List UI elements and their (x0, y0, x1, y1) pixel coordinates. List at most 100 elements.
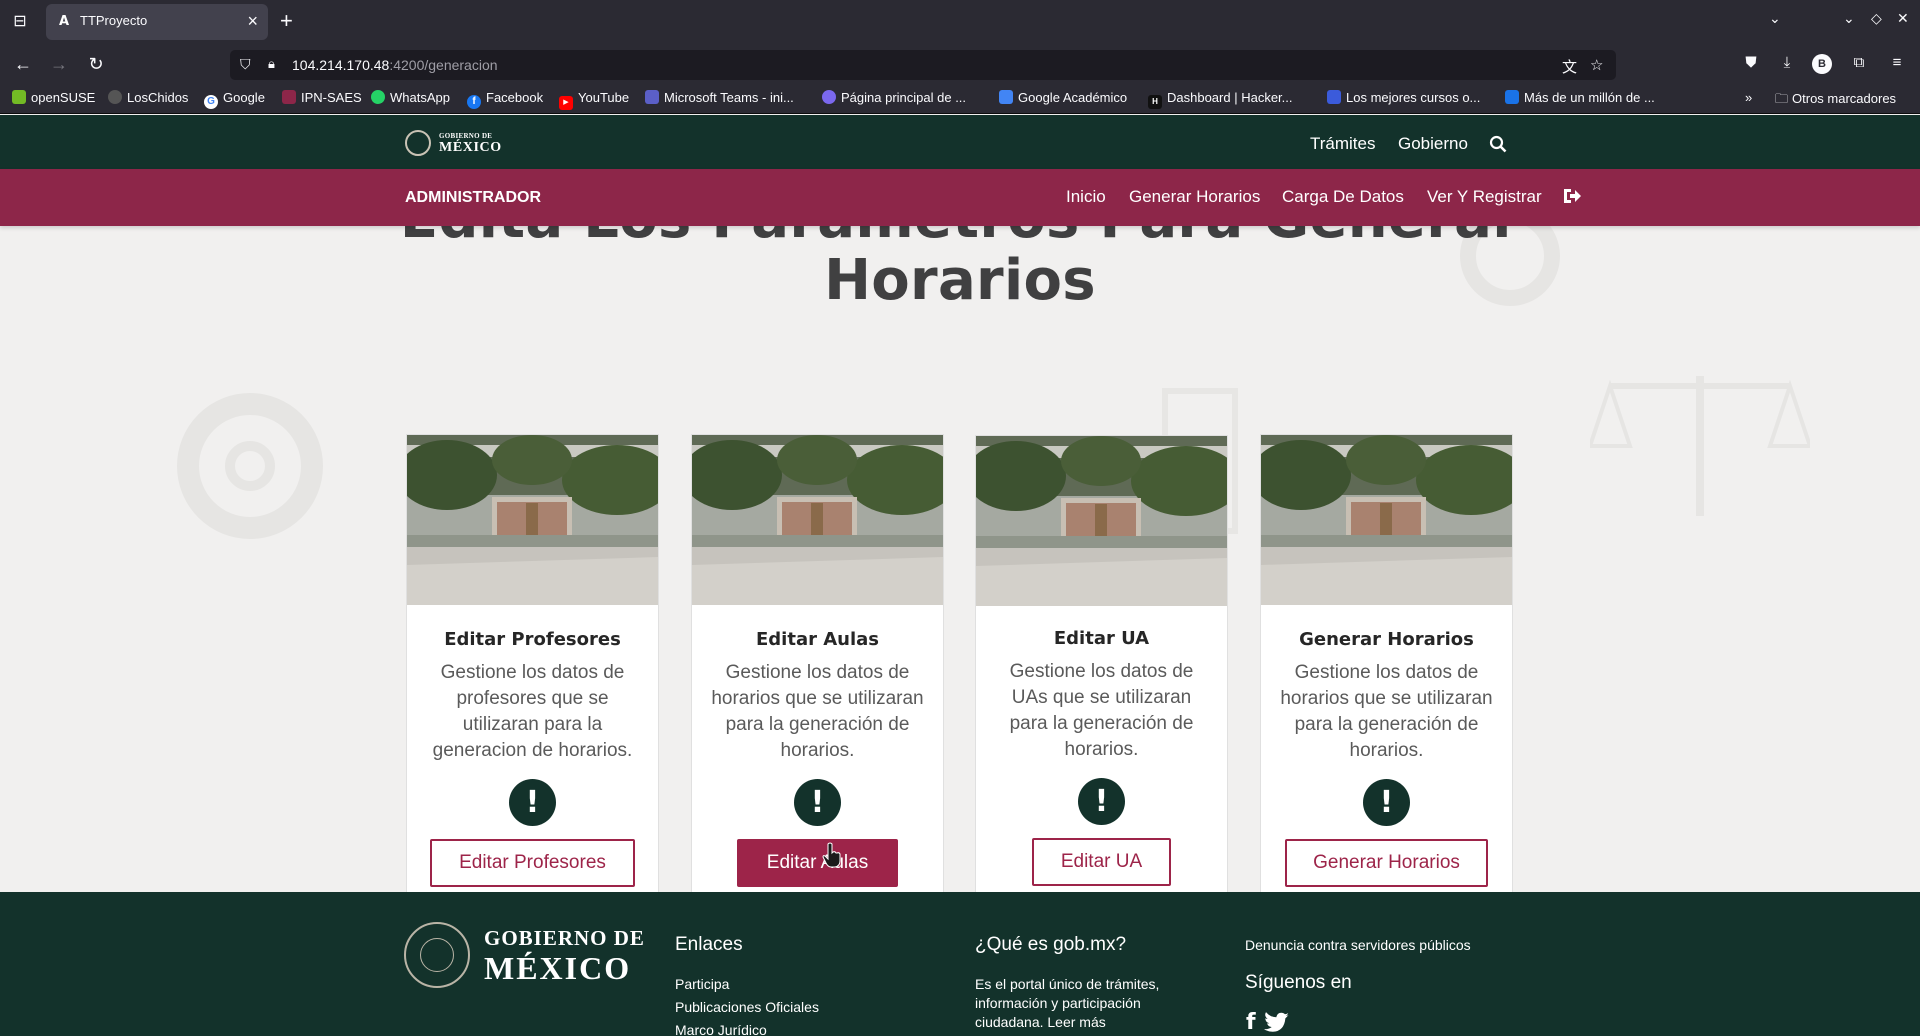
bookmark-millon[interactable]: Más de un millón de ... (1505, 90, 1655, 108)
generar-horarios-button[interactable]: Generar Horarios (1285, 839, 1488, 887)
alert-icon: ! (509, 779, 556, 826)
courses-icon (1327, 90, 1341, 104)
footer-link-participa[interactable]: Participa (675, 976, 729, 992)
bookmark-whatsapp[interactable]: WhatsApp (371, 90, 450, 108)
tab-favicon-icon: A (58, 14, 70, 29)
admin-brand[interactable]: ADMINISTRADOR (405, 189, 541, 207)
extensions-icon[interactable]: ⧉ (1848, 54, 1870, 74)
footer-about-text: Es el portal único de trámites, informac… (975, 976, 1160, 1030)
folder-icon: 🗀︎ (1775, 91, 1789, 106)
bookmark-teams[interactable]: Microsoft Teams - ini... (645, 90, 794, 108)
scholar-icon (999, 90, 1013, 104)
browser-tab-active[interactable]: A TTProyecto × (46, 4, 268, 40)
nav-gobierno[interactable]: Gobierno (1398, 134, 1468, 154)
national-seal-icon (405, 130, 431, 156)
gov-header: GOBIERNO DE MÉXICO Trámites Gobierno (0, 115, 1920, 169)
footer-link-publicaciones[interactable]: Publicaciones Oficiales (675, 999, 819, 1015)
tab-close-icon[interactable]: × (247, 11, 258, 31)
browser-navbar: ← → ↻ ⛉ 🔒︎ 104.214.170.48:4200/generacio… (0, 44, 1920, 84)
card-title: Generar Horarios (1299, 629, 1474, 650)
logo-line1: GOBIERNO DE (439, 132, 493, 140)
nav-tramites[interactable]: Trámites (1310, 134, 1376, 154)
opensuse-icon (12, 90, 26, 104)
logout-icon[interactable] (1562, 186, 1582, 206)
site-footer: GOBIERNO DE MÉXICO Enlaces Participa Pub… (0, 892, 1920, 1036)
back-icon[interactable]: ← (11, 52, 35, 76)
footer-logo-line2: MÉXICO (484, 950, 632, 986)
window-maximize-icon[interactable]: ◇ (1871, 10, 1882, 27)
bookmarks-overflow-icon[interactable]: » (1745, 90, 1752, 108)
ipn-icon (282, 90, 296, 104)
window-minimize-icon[interactable]: ⌄ (1843, 10, 1855, 27)
card-editar-ua: Editar UA Gestione los datos de UAs que … (975, 435, 1228, 892)
logo-line2: MÉXICO (439, 140, 502, 155)
nav-carga-de-datos[interactable]: Carga De Datos (1282, 187, 1404, 207)
gear-decoration-icon (177, 393, 323, 539)
editar-aulas-button[interactable]: Editar Aulas (737, 839, 898, 887)
editar-profesores-button[interactable]: Editar Profesores (430, 839, 635, 887)
card-title: Editar Profesores (444, 629, 621, 650)
account-avatar[interactable]: B (1812, 54, 1832, 74)
tab-title: TTProyecto (80, 13, 148, 28)
nav-ver-y-registrar[interactable]: Ver Y Registrar (1427, 187, 1542, 207)
teams-icon (645, 90, 659, 104)
youtube-icon: ▶ (559, 96, 573, 110)
card-title: Editar Aulas (755, 629, 880, 650)
campus-photo (1261, 435, 1512, 605)
browser-tabbar: ⊟ A TTProyecto × + ⌄ ⌄ ◇ ✕ (0, 0, 1920, 44)
pocket-icon[interactable]: ⛊ (1740, 54, 1762, 74)
tab-list-icon[interactable]: ⊟ (8, 11, 32, 33)
whatsapp-icon (371, 90, 385, 104)
footer-about-heading: ¿Qué es gob.mx? (975, 934, 1127, 955)
card-description: Gestione los datos de horarios que se ut… (711, 662, 924, 761)
nav-inicio[interactable]: Inicio (1066, 187, 1106, 207)
translate-icon[interactable]: 文 (1562, 56, 1577, 77)
bookmark-facebook[interactable]: f Facebook (467, 90, 543, 109)
new-tab-icon[interactable]: + (280, 10, 293, 32)
reload-icon[interactable]: ↻ (84, 52, 108, 76)
bookmark-pagina-principal[interactable]: Página principal de ... (822, 90, 966, 108)
url-bar[interactable]: ⛉ 🔒︎ 104.214.170.48:4200/generacion 文 ☆ (230, 50, 1616, 80)
link-icon (1505, 90, 1519, 104)
campus-photo (692, 435, 943, 605)
bookmark-google-academico[interactable]: Google Académico (999, 90, 1127, 108)
nav-generar-horarios[interactable]: Generar Horarios (1129, 187, 1260, 207)
footer-gov-logo[interactable]: GOBIERNO DE MÉXICO (404, 922, 644, 992)
footer-link-marco-juridico[interactable]: Marco Jurídico (675, 1022, 767, 1036)
url-text[interactable]: 104.214.170.48:4200/generacion (292, 57, 498, 73)
card-description: Gestione los datos de UAs que se utiliza… (1009, 661, 1194, 760)
hackerrank-icon: H (1148, 95, 1162, 109)
bookmark-google[interactable]: G Google (204, 90, 265, 109)
editar-ua-button[interactable]: Editar UA (1032, 838, 1171, 886)
gov-logo[interactable]: GOBIERNO DE MÉXICO (405, 130, 505, 156)
footer-denuncia-link[interactable]: Denuncia contra servidores públicos (1245, 937, 1471, 953)
bookmark-youtube[interactable]: ▶ YouTube (559, 90, 629, 110)
tracking-shield-icon[interactable]: ⛉ (240, 56, 256, 74)
facebook-icon: f (467, 95, 481, 109)
other-bookmarks[interactable]: 🗀︎ Otros marcadores (1775, 90, 1896, 108)
window-close-icon[interactable]: ✕ (1897, 10, 1909, 27)
connection-icon[interactable]: 🔒︎ (268, 56, 284, 74)
bookmark-hackerrank[interactable]: H Dashboard | Hacker... (1148, 90, 1293, 109)
card-editar-aulas: Editar Aulas Gestione los datos de horar… (691, 434, 944, 892)
search-icon[interactable] (1489, 135, 1507, 153)
bookmark-loschidos[interactable]: LosChidos (108, 90, 188, 108)
card-description: Gestione los datos de profesores que se … (432, 662, 633, 761)
bookmark-star-icon[interactable]: ☆ (1590, 56, 1603, 74)
github-icon (108, 90, 122, 104)
bookmark-opensuse[interactable]: openSUSE (12, 90, 95, 108)
footer-follow-heading: Síguenos en (1245, 972, 1352, 993)
menu-icon[interactable]: ≡ (1886, 54, 1908, 74)
facebook-icon[interactable]: f (1246, 1010, 1256, 1035)
tab-overflow-chevron-icon[interactable]: ⌄ (1769, 10, 1781, 27)
downloads-icon[interactable]: ⤓ (1776, 54, 1798, 74)
alert-icon: ! (1363, 779, 1410, 826)
card-description: Gestione los datos de horarios que se ut… (1280, 662, 1493, 761)
main-content: Edita Los Parametros Para Generar Horari… (0, 226, 1920, 892)
scale-decoration-icon (1590, 376, 1810, 516)
page-icon (822, 90, 836, 104)
twitter-icon[interactable] (1264, 1012, 1290, 1034)
bookmark-cursos[interactable]: Los mejores cursos o... (1327, 90, 1480, 108)
forward-icon[interactable]: → (47, 52, 71, 76)
bookmark-ipn-saes[interactable]: IPN-SAES (282, 90, 362, 108)
